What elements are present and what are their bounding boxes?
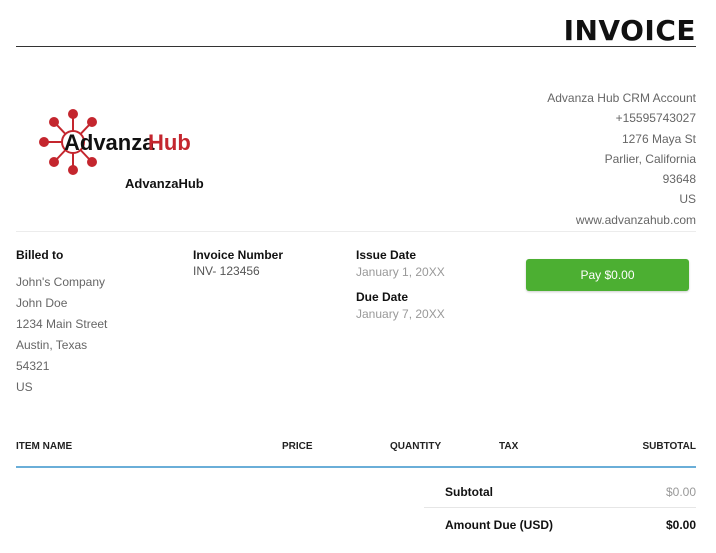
invoice-title: INVOICE <box>563 14 696 47</box>
table-header-rule <box>16 466 696 468</box>
advanzahub-logo: Advanza Hub <box>38 106 218 180</box>
column-subtotal: SUBTOTAL <box>642 441 696 452</box>
billed-country: US <box>16 380 33 394</box>
billed-to-block: Billed to John's Company John Doe 1234 M… <box>16 248 107 398</box>
amount-due-value: $0.00 <box>665 518 696 532</box>
issue-date-value: January 1, 20XX <box>356 265 445 279</box>
invoice-number-label: Invoice Number <box>193 248 284 262</box>
dates-block: Issue Date January 1, 20XX Due Date Janu… <box>356 248 445 321</box>
company-address-block: Advanza Hub CRM Account +15595743027 127… <box>547 88 696 230</box>
due-date-value: January 7, 20XX <box>356 307 445 321</box>
logo-text-red: Hub <box>148 130 191 155</box>
subtotal-value: $0.00 <box>665 485 696 499</box>
amount-due-row: Amount Due (USD) $0.00 <box>424 509 696 541</box>
header-divider <box>16 231 696 232</box>
billed-contact: John Doe <box>16 296 68 310</box>
billed-street: 1234 Main Street <box>16 317 108 331</box>
company-street: 1276 Maya St <box>621 131 696 146</box>
subtotal-label: Subtotal <box>445 485 493 499</box>
billed-zip: 54321 <box>16 359 50 373</box>
column-tax: TAX <box>499 441 519 452</box>
billed-city-state: Austin, Texas <box>16 338 88 352</box>
billed-company: John's Company <box>16 275 106 289</box>
invoice-number-value: INV- 123456 <box>193 264 260 278</box>
invoice-number-block: Invoice Number INV- 123456 <box>193 248 283 278</box>
company-city-state: Parlier, California <box>604 151 696 166</box>
column-item-name: ITEM NAME <box>16 441 73 452</box>
company-country: US <box>679 192 696 207</box>
company-zip: 93648 <box>662 172 696 187</box>
amount-due-label: Amount Due (USD) <box>445 518 553 532</box>
column-quantity: QUANTITY <box>390 441 442 452</box>
subtotal-row: Subtotal $0.00 <box>424 476 696 508</box>
brand-caption: AdvanzaHub <box>125 176 204 191</box>
pay-button[interactable]: Pay $0.00 <box>526 259 689 291</box>
title-divider <box>16 46 696 47</box>
issue-date-label: Issue Date <box>356 248 417 262</box>
company-website: www.advanzahub.com <box>575 212 696 227</box>
logo-text-dark: Advanza <box>64 130 155 155</box>
billed-to-label: Billed to <box>16 248 64 262</box>
due-date-label: Due Date <box>356 290 409 304</box>
table-header: ITEM NAME PRICE QUANTITY TAX SUBTOTAL <box>16 441 696 455</box>
company-phone: +15595743027 <box>615 111 696 126</box>
column-price: PRICE <box>282 441 313 452</box>
company-name: Advanza Hub CRM Account <box>547 91 696 105</box>
